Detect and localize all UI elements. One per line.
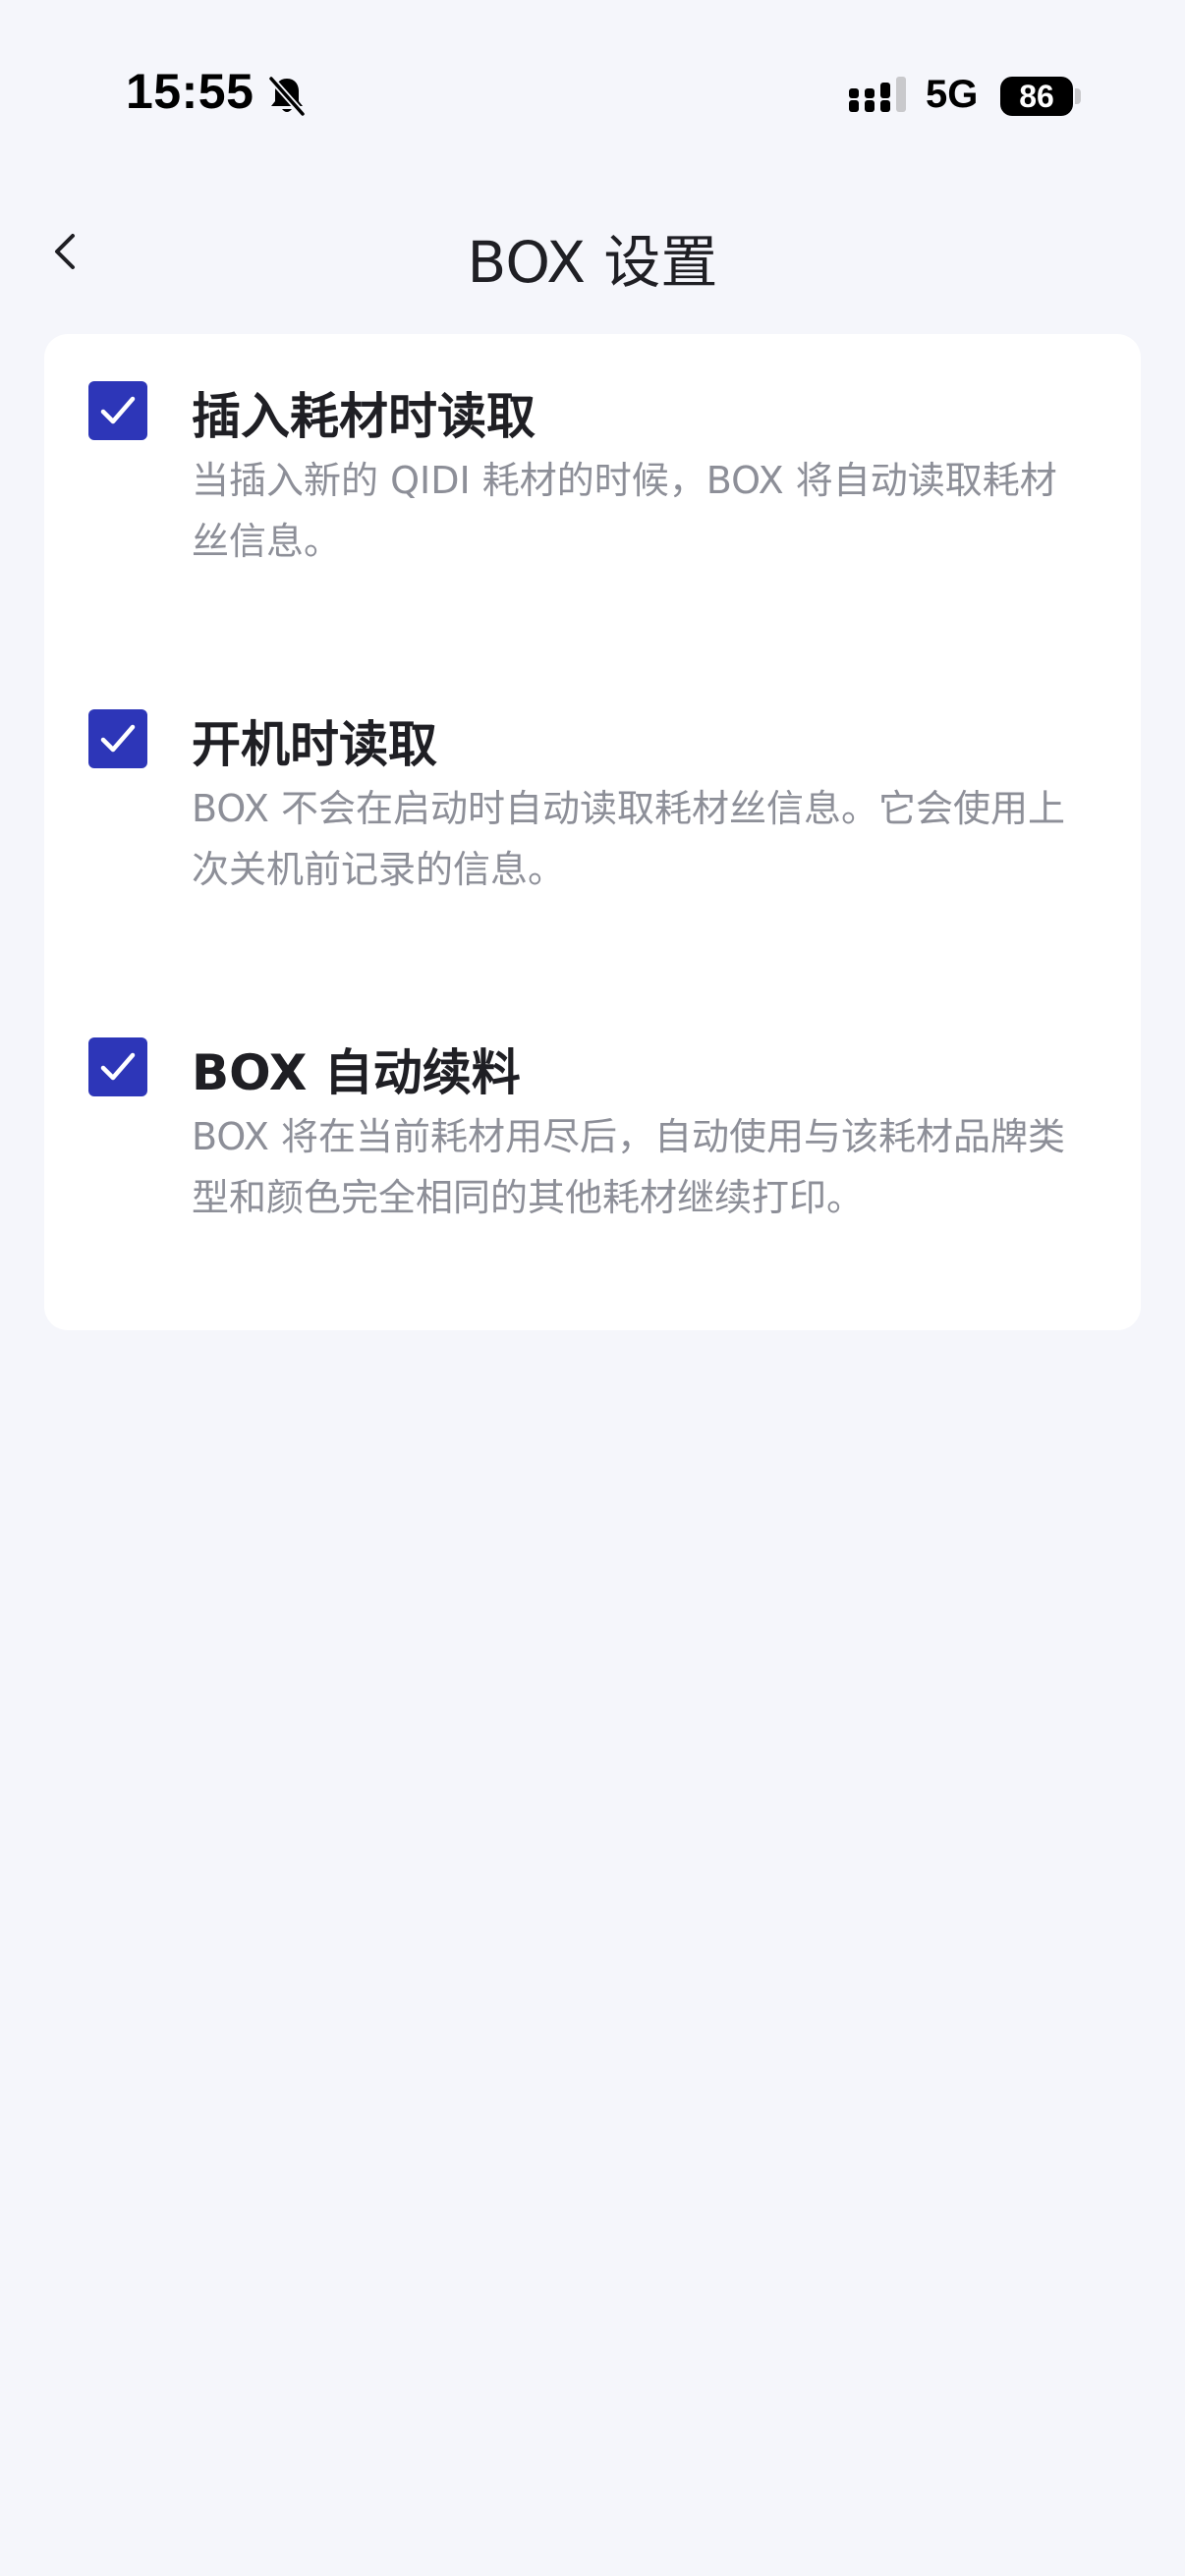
checkmark-icon (100, 396, 136, 424)
status-time: 15:55 (126, 64, 254, 119)
read-on-insert-checkbox[interactable] (88, 381, 147, 440)
battery-level: 86 (1019, 79, 1054, 114)
page-title: BOX 设置 (467, 229, 718, 296)
checkmark-icon (100, 724, 136, 753)
checkmark-icon (100, 1052, 136, 1081)
bell-slash-icon (268, 76, 306, 117)
setting-description: BOX 将在当前耗材用尽后，自动使用与该耗材品牌类型和颜色完全相同的其他耗材继续… (192, 1115, 1065, 1219)
battery-icon: 86 (1000, 77, 1073, 116)
setting-description: BOX 不会在启动时自动读取耗材丝信息。它会使用上次关机前记录的信息。 (192, 787, 1065, 891)
battery-nub (1075, 88, 1081, 104)
auto-refill-checkbox[interactable] (88, 1037, 147, 1096)
read-on-boot-checkbox[interactable] (88, 709, 147, 768)
setting-description: 当插入新的 QIDI 耗材的时候，BOX 将自动读取耗材丝信息。 (192, 459, 1057, 563)
nav-bar: BOX 设置 (0, 187, 1185, 314)
setting-title: 插入耗材时读取 (192, 388, 536, 445)
network-type-label: 5G (926, 73, 979, 116)
status-bar: 15:55 5G 86 (0, 0, 1185, 187)
settings-card: 插入耗材时读取 当插入新的 QIDI 耗材的时候，BOX 将自动读取耗材丝信息。… (44, 334, 1141, 1330)
setting-title: BOX 自动续料 (192, 1044, 521, 1101)
setting-title: 开机时读取 (192, 716, 437, 773)
cellular-signal-icon (849, 77, 906, 112)
